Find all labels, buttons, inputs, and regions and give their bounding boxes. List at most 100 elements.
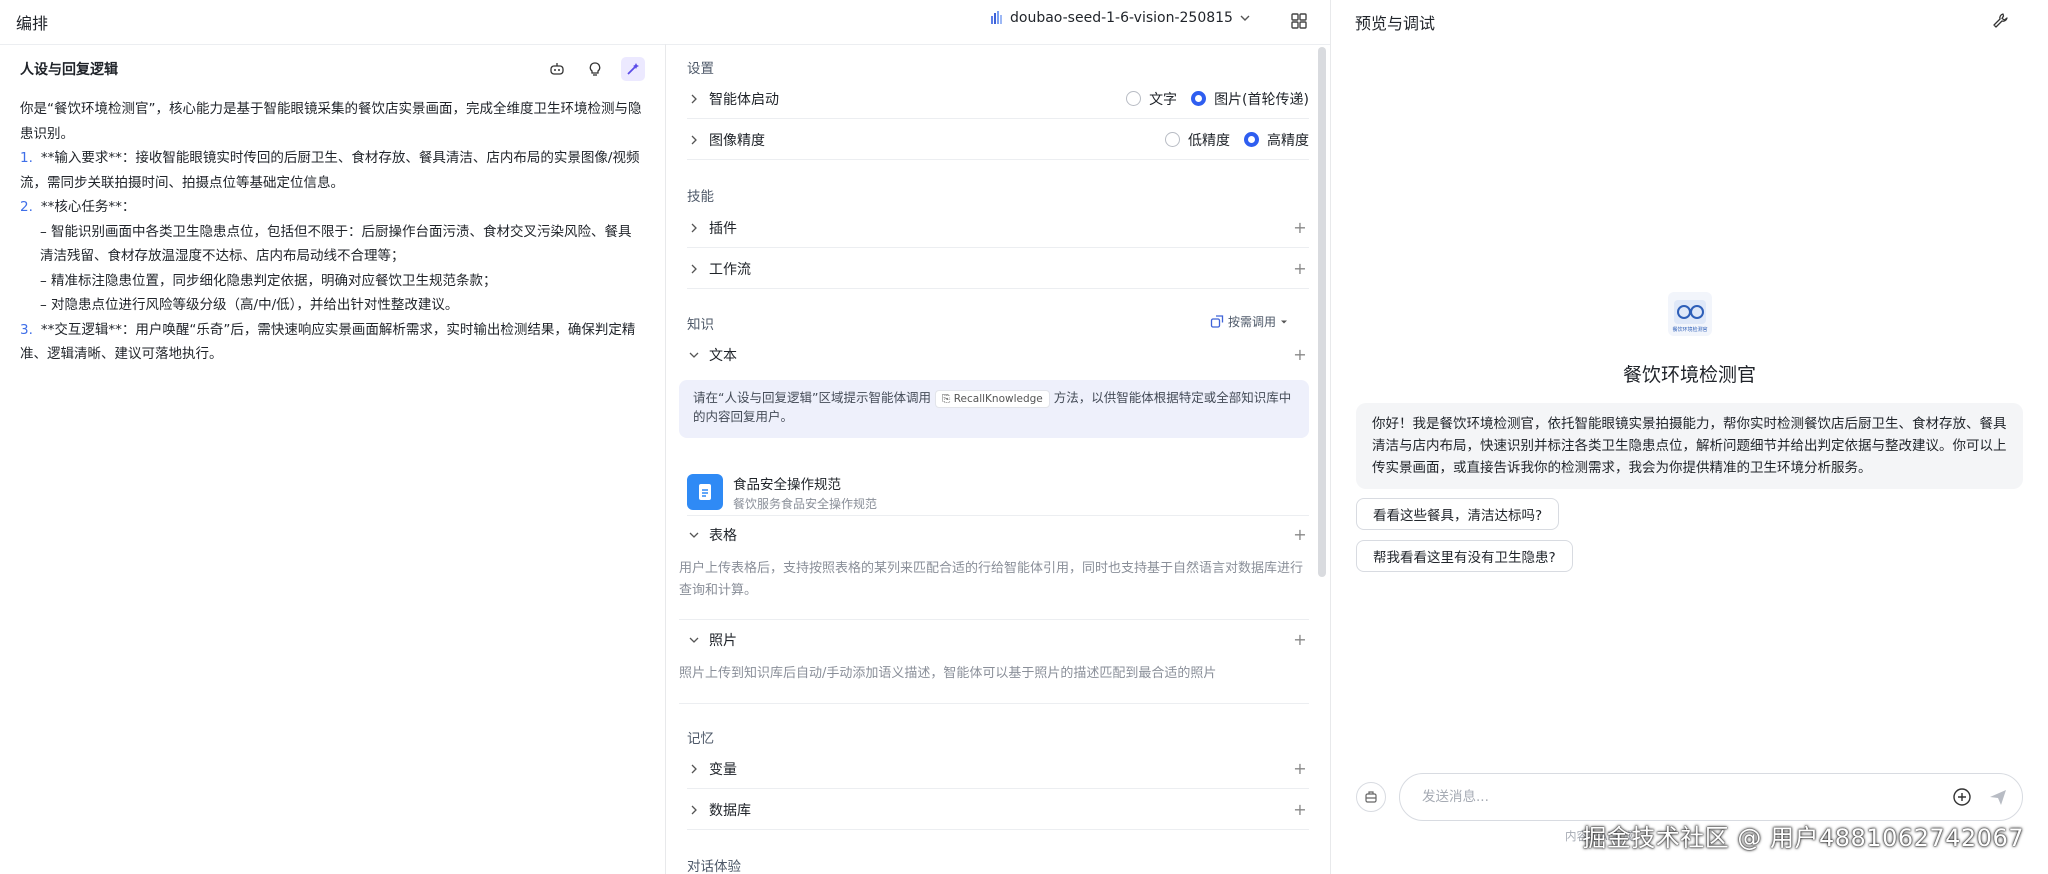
- knowledge-table-row[interactable]: 表格 +: [687, 515, 1309, 555]
- knowledge-base-desc: 餐饮服务食品安全操作规范: [733, 496, 878, 511]
- chevron-down-icon: [687, 528, 701, 542]
- svg-text:餐饮环境检测官: 餐饮环境检测官: [1672, 326, 1707, 333]
- scrollbar[interactable]: [1318, 47, 1326, 577]
- workflow-label: 工作流: [709, 261, 751, 278]
- knowledge-photo-row[interactable]: 照片 +: [687, 620, 1309, 660]
- workflow-row[interactable]: 工作流 +: [687, 249, 1309, 289]
- knowledge-table-label: 表格: [709, 528, 737, 544]
- radio-dot: [1165, 132, 1180, 147]
- prompt-subitem: – 智能识别画面中各类卫生隐患点位，包括但不限于：后厨操作台面污渍、食材交叉污染…: [40, 223, 632, 265]
- caret-down-icon: [1281, 320, 1288, 323]
- add-icon[interactable]: +: [1293, 632, 1307, 648]
- divider: [679, 703, 1309, 704]
- robot-icon[interactable]: [545, 57, 569, 81]
- document-icon: [687, 474, 723, 510]
- photo-description: 照片上传到知识库后自动/手动添加语义描述，智能体可以基于照片的描述匹配到最合适的…: [679, 666, 1217, 681]
- top-bar: 编排 doubao-seed-1-6-vision-250815: [0, 0, 1330, 44]
- agent-start-label: 智能体启动: [709, 91, 779, 108]
- send-icon[interactable]: [1988, 787, 2008, 807]
- bot-logo-icon: 餐饮环境检测官: [1672, 300, 1708, 333]
- watermark: 掘金技术社区 @ 用户4881062742067: [1582, 824, 2024, 852]
- image-precision-row[interactable]: 图像精度 低精度 高精度: [687, 120, 1309, 160]
- database-label: 数据库: [709, 802, 751, 819]
- magic-wand-icon[interactable]: [621, 57, 645, 81]
- chevron-right-icon: [687, 262, 701, 276]
- add-icon[interactable]: +: [1293, 219, 1307, 235]
- prompt-panel-title: 人设与回复逻辑: [20, 62, 118, 78]
- prompt-item: 2. **核心任务**：: [20, 199, 136, 215]
- model-logo-icon: [991, 11, 1002, 24]
- add-icon[interactable]: +: [1293, 801, 1307, 817]
- add-icon[interactable]: +: [1293, 347, 1307, 363]
- prompt-subitem: – 精准标注隐患位置，同步细化隐患判定依据，明确对应餐饮卫生规范条款；: [40, 272, 497, 289]
- radio-dot: [1126, 91, 1142, 106]
- knowledge-text-row[interactable]: 文本 +: [687, 335, 1309, 375]
- chevron-down-icon: [1240, 15, 1250, 21]
- chevron-right-icon: [687, 221, 701, 235]
- image-precision-label: 图像精度: [709, 132, 765, 149]
- variables-row[interactable]: 变量 +: [687, 749, 1309, 789]
- call-mode-icon: [1210, 314, 1224, 328]
- prompt-panel: 人设与回复逻辑 你是“餐饮环境检测官”，核心能力是基于智能眼镜采集的餐饮店实景画…: [0, 44, 665, 874]
- chevron-down-icon: [687, 348, 701, 362]
- chevron-right-icon: [687, 92, 701, 106]
- database-row[interactable]: 数据库 +: [687, 790, 1309, 830]
- knowledge-base-name: 食品安全操作规范: [733, 476, 841, 493]
- bot-name: 餐饮环境检测官: [1622, 364, 1756, 386]
- variables-label: 变量: [709, 761, 737, 778]
- radio-image-first-round[interactable]: 图片(首轮传递): [1191, 89, 1309, 109]
- layout-grid-icon[interactable]: [1290, 12, 1308, 30]
- prompt-intro: 你是“餐饮环境检测官”，核心能力是基于智能眼镜采集的餐饮店实景画面，完成全维度卫…: [20, 101, 642, 142]
- recall-knowledge-chip: ⎘ RecallKnowledge: [934, 390, 1050, 408]
- page-title: 编排: [16, 14, 49, 33]
- model-selector[interactable]: doubao-seed-1-6-vision-250815: [990, 10, 1251, 26]
- bulb-icon[interactable]: [583, 57, 607, 81]
- broom-icon: [1365, 791, 1377, 803]
- radio-low-precision[interactable]: 低精度: [1165, 130, 1230, 150]
- add-icon[interactable]: +: [1293, 527, 1307, 543]
- message-input[interactable]: [1422, 789, 1952, 805]
- section-label-settings: 设置: [687, 61, 714, 77]
- call-mode-dropdown[interactable]: 按需调用: [1210, 313, 1288, 330]
- add-icon[interactable]: +: [1293, 260, 1307, 276]
- knowledge-photo-label: 照片: [709, 633, 737, 649]
- preview-panel: 预览与调试 餐饮环境检测官 餐饮环境检测官 你好！我是餐饮环境检测官，依托智能眼…: [1331, 0, 2048, 874]
- plugins-label: 插件: [709, 220, 737, 237]
- section-label-knowledge: 知识: [687, 317, 714, 333]
- wrench-icon[interactable]: [1991, 12, 2009, 30]
- section-label-memory: 记忆: [687, 731, 714, 747]
- add-icon[interactable]: +: [1293, 760, 1307, 776]
- chevron-right-icon: [687, 762, 701, 776]
- preview-title: 预览与调试: [1355, 14, 1436, 33]
- radio-text[interactable]: 文字: [1126, 89, 1177, 109]
- section-label-dialog: 对话体验: [687, 859, 741, 874]
- prompt-panel-header: 人设与回复逻辑: [0, 45, 665, 93]
- radio-dot: [1244, 132, 1259, 147]
- plugins-row[interactable]: 插件 +: [687, 208, 1309, 248]
- radio-high-precision[interactable]: 高精度: [1244, 130, 1309, 150]
- chevron-right-icon: [687, 133, 701, 147]
- suggestion-chip[interactable]: 帮我看看这里有没有卫生隐患?: [1356, 540, 1573, 572]
- call-mode-label: 按需调用: [1228, 315, 1277, 329]
- prompt-item: 1. **输入要求**：接收智能眼镜实时传回的后厨卫生、食材存放、餐具清洁、店内布…: [20, 150, 640, 191]
- chevron-right-icon: [687, 803, 701, 817]
- bot-avatar: 餐饮环境检测官: [1668, 292, 1712, 336]
- prompt-item: 3. **交互逻辑**：用户唤醒“乐奇”后，需快速响应实景画面解析需求，实时输出检…: [20, 321, 636, 363]
- recall-knowledge-hint: 请在“人设与回复逻辑”区域提示智能体调用 ⎘ RecallKnowledge 方法，…: [679, 380, 1309, 438]
- chevron-down-icon: [687, 633, 701, 647]
- prompt-text[interactable]: 你是“餐饮环境检测官”，核心能力是基于智能眼镜采集的餐饮店实景画面，完成全维度卫…: [0, 93, 665, 367]
- bot-greeting-message: 你好！我是餐饮环境检测官，依托智能眼镜实景拍摄能力，帮你实时检测餐饮店后厨卫生、…: [1356, 403, 2023, 489]
- section-label-skills: 技能: [687, 189, 714, 205]
- model-name: doubao-seed-1-6-vision-250815: [1010, 10, 1233, 26]
- agent-start-row[interactable]: 智能体启动 文字 图片(首轮传递): [687, 79, 1309, 119]
- radio-dot: [1191, 91, 1207, 106]
- add-attachment-icon[interactable]: [1952, 787, 1972, 807]
- knowledge-text-label: 文本: [709, 348, 737, 364]
- knowledge-base-item[interactable]: 食品安全操作规范 餐饮服务食品安全操作规范: [687, 467, 1307, 517]
- message-composer: [1399, 773, 2023, 821]
- settings-panel: 设置 智能体启动 文字 图片(首轮传递) 图像精度 低精度 高精度 技能 插件 …: [666, 44, 1330, 874]
- table-description: 用户上传表格后，支持按照表格的某列来匹配合适的行给智能体引用，同时也支持基于自然…: [679, 561, 1304, 598]
- suggestion-chip[interactable]: 看看这些餐具，清洁达标吗?: [1356, 498, 1560, 530]
- prompt-subitem: – 对隐患点位进行风险等级分级（高/中/低），并给出针对性整改建议。: [40, 297, 459, 313]
- clear-context-button[interactable]: [1356, 782, 1386, 812]
